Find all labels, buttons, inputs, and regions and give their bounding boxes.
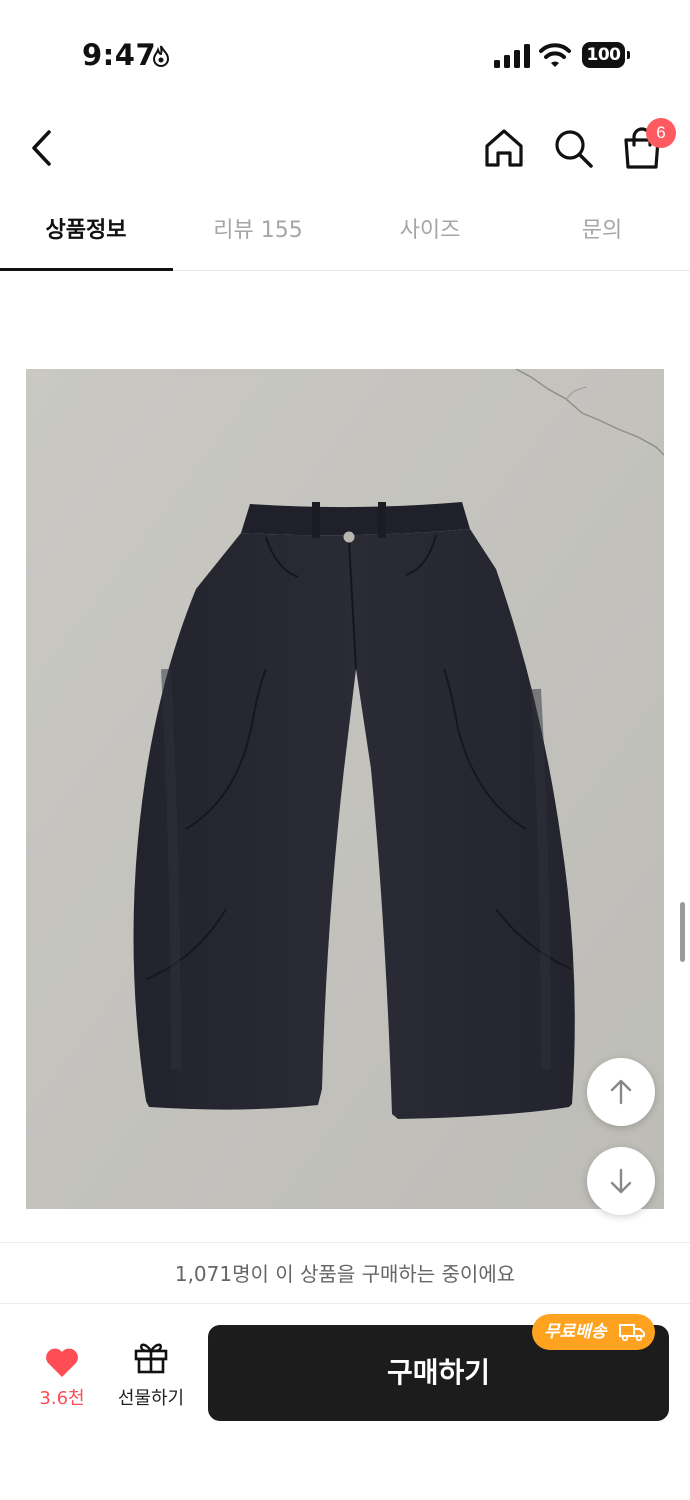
product-image — [26, 369, 664, 1209]
truck-icon — [619, 1324, 645, 1341]
battery-level: 100 — [582, 42, 625, 68]
scroll-up-button[interactable] — [587, 1058, 655, 1126]
tab-inquiry[interactable]: 문의 — [516, 196, 688, 270]
active-tab-indicator — [0, 268, 173, 271]
status-time: 9:47 — [82, 38, 157, 72]
top-header — [0, 110, 690, 190]
wifi-icon — [539, 43, 571, 67]
free-shipping-label: 무료배송 — [544, 1322, 607, 1342]
gift-label: 선물하기 — [117, 1388, 185, 1409]
tab-product-info[interactable]: 상품정보 — [0, 196, 172, 270]
bottom-action-bar: 3.6천 선물하기 구매하기 무료배송 — [0, 1304, 690, 1500]
flame-icon — [152, 45, 170, 67]
gift-button[interactable]: 선물하기 — [108, 1338, 194, 1414]
gift-icon — [134, 1343, 168, 1374]
cellular-signal-icon — [494, 44, 530, 68]
free-shipping-badge: 무료배송 — [532, 1314, 655, 1350]
tab-reviews[interactable]: 리뷰 155 — [172, 196, 344, 270]
search-icon[interactable] — [551, 126, 595, 170]
tab-bar: 상품정보 리뷰 155 사이즈 문의 — [0, 196, 690, 271]
arrow-down-icon — [610, 1168, 632, 1194]
cart-count-badge: 6 — [646, 118, 676, 148]
heart-icon — [46, 1348, 78, 1377]
like-count: 3.6천 — [39, 1388, 85, 1409]
like-button[interactable]: 3.6천 — [26, 1344, 98, 1414]
tab-size[interactable]: 사이즈 — [344, 196, 516, 270]
scrollbar-thumb[interactable] — [680, 902, 685, 962]
status-bar: 9:47 100 — [0, 0, 690, 110]
home-icon[interactable] — [482, 126, 526, 170]
buyer-count-notice: 1,071명이 이 상품을 구매하는 중이에요 — [0, 1242, 690, 1304]
arrow-up-icon — [610, 1079, 632, 1105]
scroll-down-button[interactable] — [587, 1147, 655, 1215]
chevron-left-icon[interactable] — [22, 126, 62, 170]
battery-icon: 100 — [582, 42, 630, 68]
